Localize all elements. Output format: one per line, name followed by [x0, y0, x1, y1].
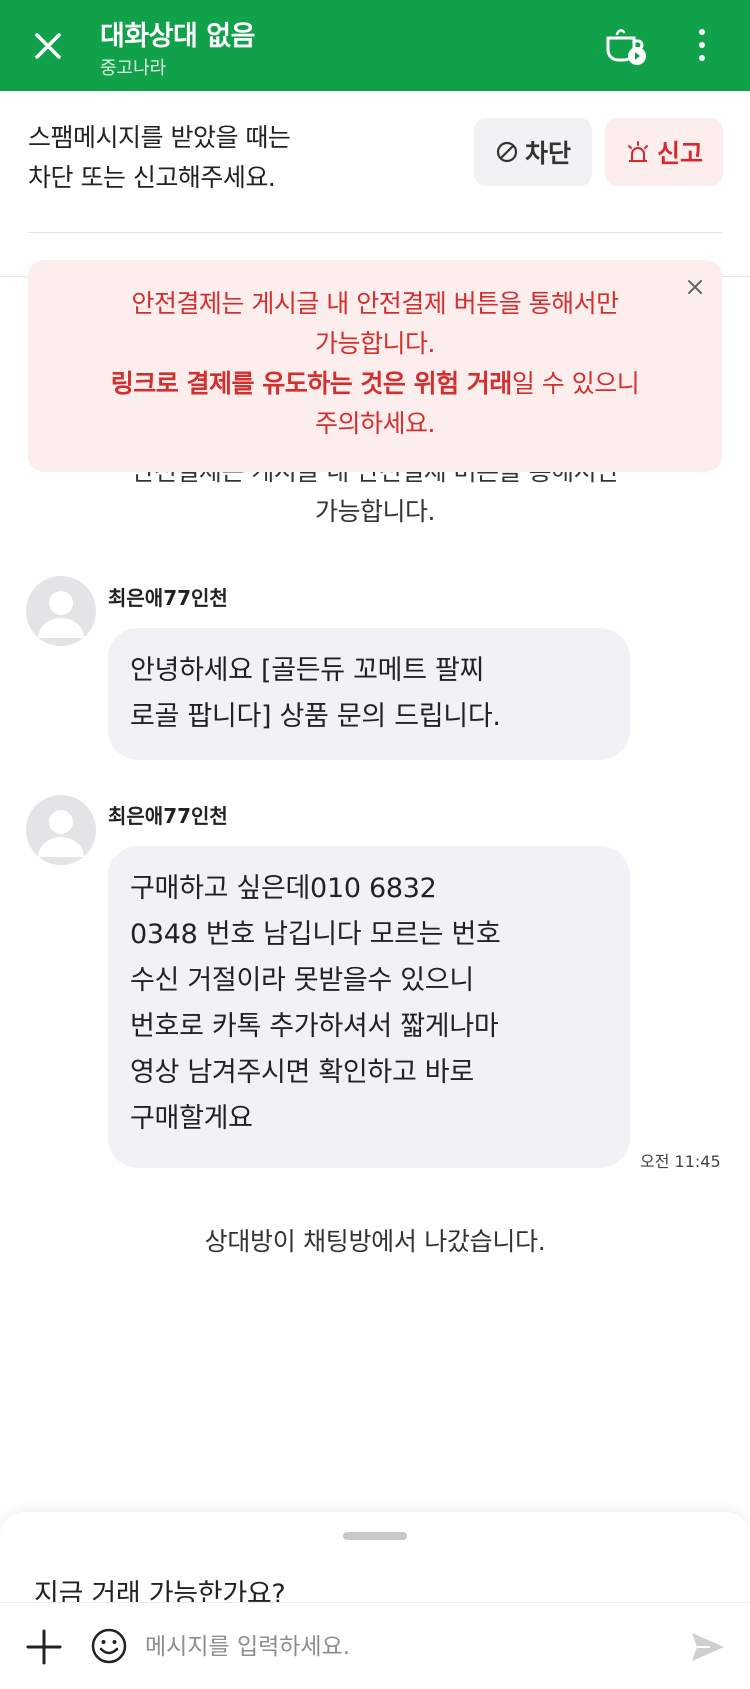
message-bubble[interactable]: 구매하고 싶은데010 6832 0348 번호 남깁니다 모르는 번호 수신 …: [108, 846, 630, 1168]
report-button[interactable]: 신고: [605, 118, 723, 186]
more-dot-icon: [699, 55, 705, 61]
message-input[interactable]: [145, 1625, 665, 1669]
message-time: 오전 11:45: [640, 1152, 721, 1171]
block-icon: [496, 141, 518, 163]
more-options-button[interactable]: [684, 24, 720, 66]
more-dot-icon: [699, 42, 705, 48]
message-bubble[interactable]: 안녕하세요 [골든듀 꼬메트 팔찌 로골 팝니다] 상품 문의 드립니다.: [108, 628, 630, 760]
person-icon: [38, 591, 84, 638]
sheet-drag-handle[interactable]: [343, 1532, 407, 1540]
sender-name: 최은애77인천: [108, 804, 228, 828]
avatar[interactable]: [26, 576, 96, 646]
more-dot-icon: [699, 29, 705, 35]
close-button[interactable]: [30, 28, 66, 64]
system-message: 상대방이 채팅방에서 나갔습니다.: [204, 1227, 546, 1256]
avatar[interactable]: [26, 795, 96, 865]
smiley-icon: [91, 1628, 127, 1664]
siren-icon: [627, 141, 648, 162]
safe-pay-button[interactable]: [600, 20, 650, 70]
safe-payment-notice: 안전결제는 게시글 내 안전결제 버튼을 통해서만 가능합니다.: [131, 462, 619, 526]
person-icon: [38, 810, 84, 857]
divider: [28, 232, 722, 233]
report-label: 신고: [656, 139, 703, 168]
chat-subtitle: 중고나라: [100, 58, 167, 79]
cup-pay-icon: [606, 29, 646, 65]
send-button[interactable]: [688, 1627, 728, 1667]
block-label: 차단: [524, 139, 571, 168]
emoji-button[interactable]: [90, 1627, 128, 1665]
warning-close-button[interactable]: [682, 272, 708, 298]
chat-title: 대화상대 없음: [100, 21, 255, 52]
sender-name: 최은애77인천: [108, 586, 228, 610]
block-button[interactable]: 차단: [474, 118, 592, 186]
spam-notice: 스팸메시지를 받았을 때는 차단 또는 신고해주세요.: [28, 123, 291, 192]
attach-button[interactable]: [24, 1627, 64, 1667]
message-input-bar: [0, 1602, 750, 1689]
close-icon: [688, 280, 702, 294]
app-header: 대화상대 없음 중고나라: [0, 0, 750, 91]
plus-icon: [26, 1629, 62, 1665]
close-icon: [35, 33, 61, 59]
quick-reply-sheet: 지금 거래 가능한가요?: [0, 1512, 750, 1612]
send-icon: [692, 1633, 724, 1661]
safe-payment-warning: 안전결제는 게시글 내 안전결제 버튼을 통해서만 가능합니다. 링크로 결제를…: [28, 260, 722, 472]
